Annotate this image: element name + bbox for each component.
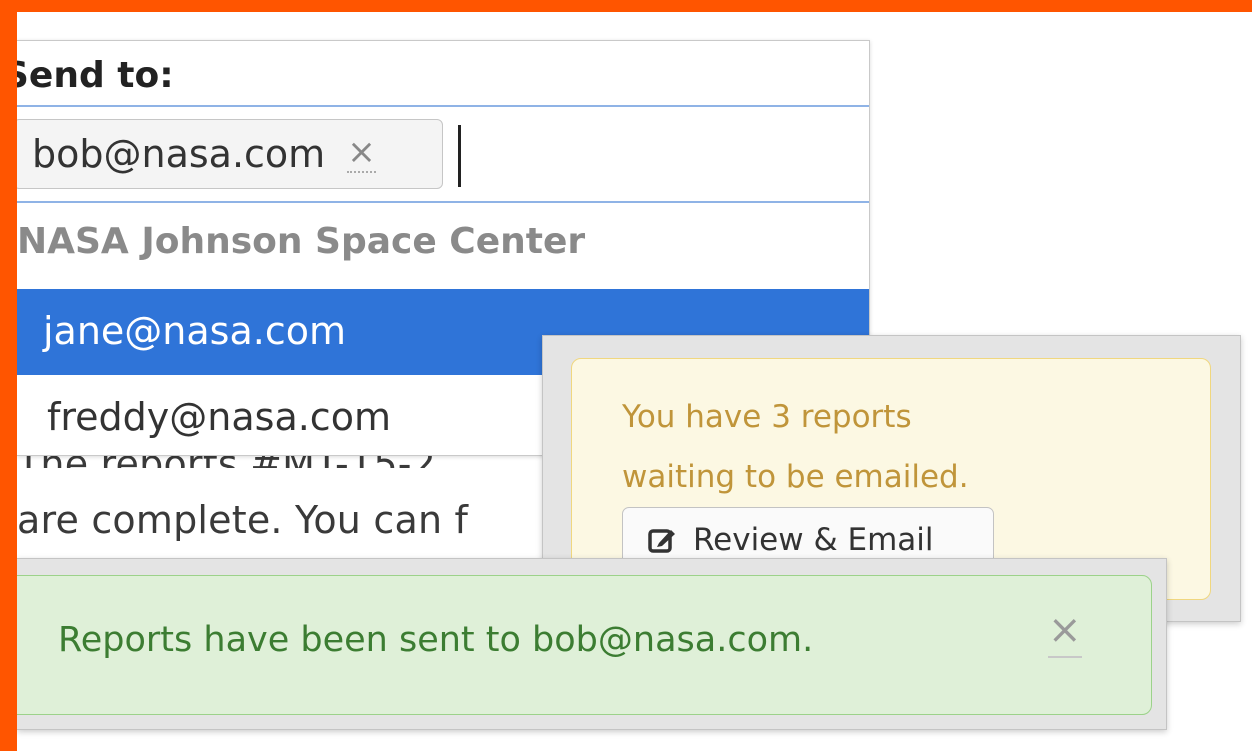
- review-email-label: Review & Email: [693, 522, 934, 558]
- notification-text-line-2: waiting to be emailed.: [622, 459, 969, 495]
- suggestion-option-label: freddy@nasa.com: [47, 395, 391, 439]
- recipient-chip[interactable]: bob@nasa.com ×: [13, 119, 443, 189]
- suggestion-group-header: NASA Johnson Space Center: [17, 221, 586, 262]
- recipient-chip-label: bob@nasa.com: [32, 132, 326, 176]
- notification-text-line-1: You have 3 reports: [622, 399, 912, 435]
- remove-recipient-icon[interactable]: ×: [347, 135, 376, 173]
- recipient-input[interactable]: bob@nasa.com ×: [13, 105, 869, 203]
- close-icon[interactable]: ×: [1048, 610, 1082, 658]
- frame-left-border: [0, 0, 17, 751]
- send-to-label: Send to:: [3, 55, 174, 96]
- success-alert: Reports have been sent to bob@nasa.com. …: [7, 575, 1152, 715]
- success-message: Reports have been sent to bob@nasa.com.: [58, 620, 814, 660]
- frame-top-border: [0, 0, 1252, 12]
- background-text-line-2: are complete. You can f: [17, 498, 469, 542]
- edit-icon: [648, 529, 675, 553]
- suggestion-option-label: jane@nasa.com: [43, 309, 346, 353]
- success-notification: Reports have been sent to bob@nasa.com. …: [7, 558, 1167, 730]
- text-cursor: [458, 125, 461, 187]
